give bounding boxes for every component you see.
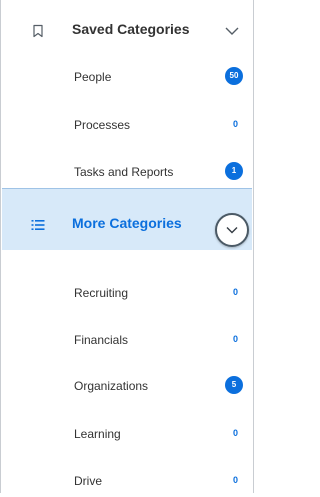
more-category-item-recruiting[interactable]: Recruiting 0 bbox=[2, 279, 252, 309]
saved-categories-title: Saved Categories bbox=[72, 21, 190, 37]
category-label: Tasks and Reports bbox=[74, 165, 174, 179]
more-category-item-organizations[interactable]: Organizations 5 bbox=[2, 372, 252, 402]
bookmark-icon bbox=[33, 24, 43, 38]
more-categories-header[interactable]: More Categories bbox=[2, 188, 252, 250]
saved-categories-header[interactable]: Saved Categories bbox=[2, 0, 252, 62]
saved-category-item-people[interactable]: People 50 bbox=[2, 63, 252, 93]
category-panel: Saved Categories People 50 Processes 0 T… bbox=[0, 0, 254, 493]
category-label: Financials bbox=[74, 333, 129, 347]
chevron-down-icon bbox=[226, 227, 238, 234]
more-category-item-financials[interactable]: Financials 0 bbox=[2, 326, 252, 356]
list-icon bbox=[31, 220, 45, 230]
category-label: Processes bbox=[74, 118, 131, 132]
count-text: 0 bbox=[232, 119, 238, 129]
count-text: 0 bbox=[232, 475, 238, 485]
saved-category-item-tasks-and-reports[interactable]: Tasks and Reports 1 bbox=[2, 158, 252, 188]
count-badge: 5 bbox=[225, 376, 243, 394]
chevron-down-icon[interactable] bbox=[223, 22, 241, 40]
saved-category-item-processes[interactable]: Processes 0 bbox=[2, 111, 252, 141]
count-text: 0 bbox=[232, 287, 238, 297]
category-label: Drive bbox=[74, 474, 103, 488]
count-text: 0 bbox=[232, 334, 238, 344]
count-text: 0 bbox=[232, 428, 238, 438]
category-label: Organizations bbox=[74, 379, 149, 393]
category-label: Learning bbox=[74, 427, 121, 441]
expand-toggle-button[interactable] bbox=[215, 213, 249, 247]
category-label: People bbox=[74, 70, 112, 84]
category-label: Recruiting bbox=[74, 286, 129, 300]
more-categories-title: More Categories bbox=[72, 215, 182, 231]
count-badge: 50 bbox=[225, 67, 243, 85]
more-category-item-learning[interactable]: Learning 0 bbox=[2, 420, 252, 450]
count-badge: 1 bbox=[225, 162, 243, 180]
